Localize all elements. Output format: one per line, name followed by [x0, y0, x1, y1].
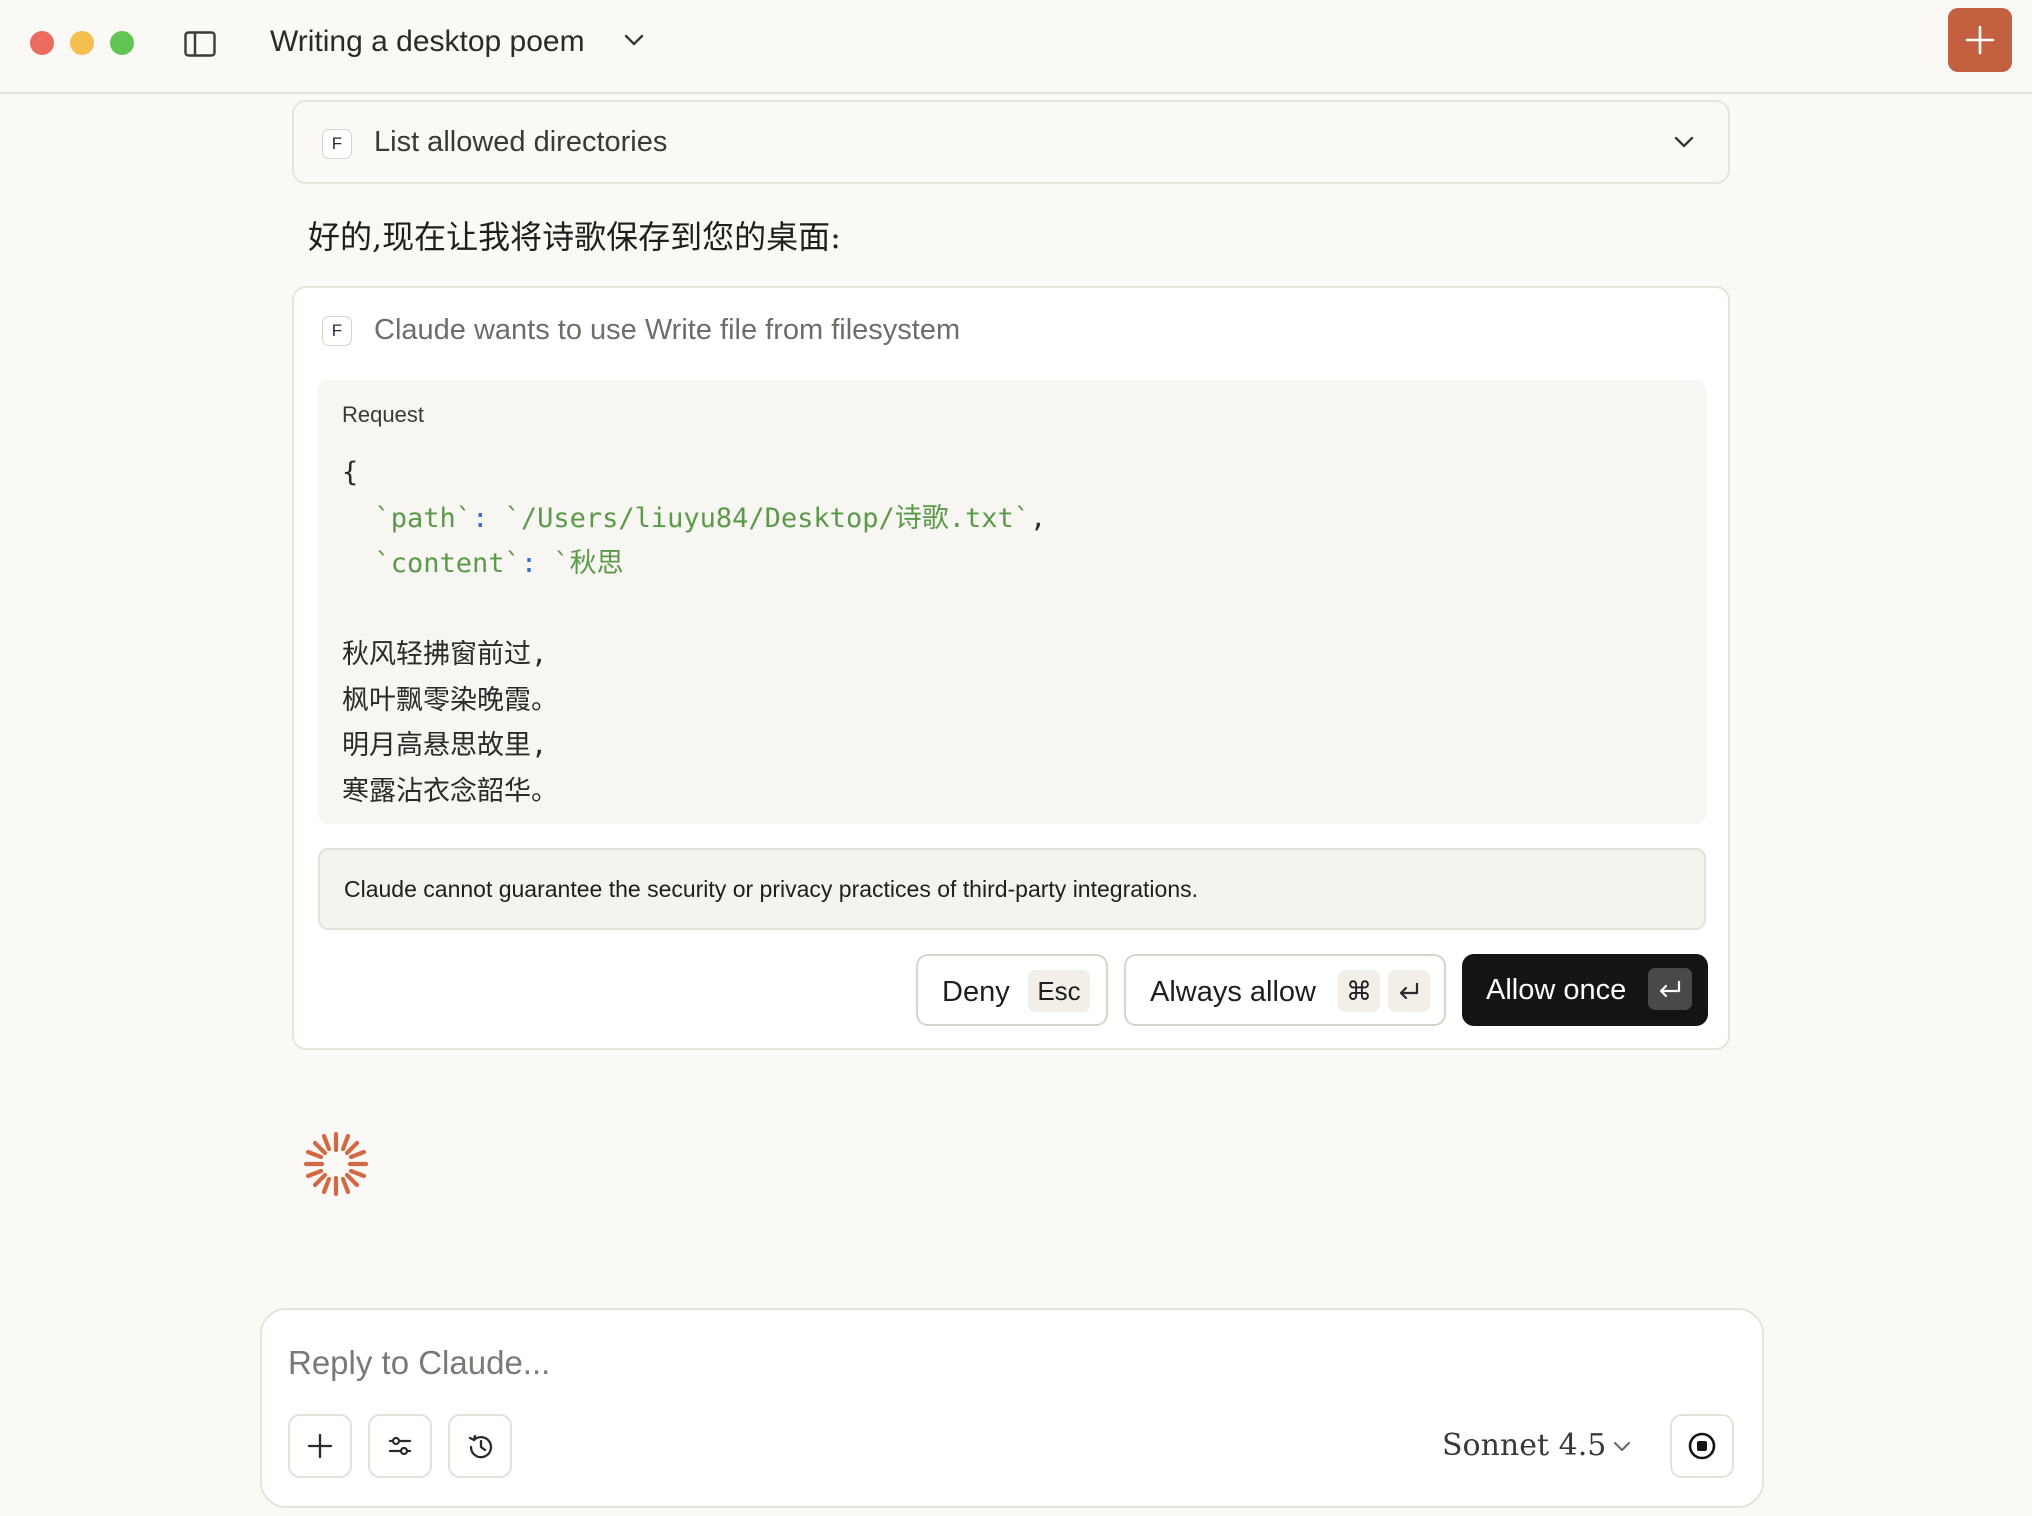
tools-settings-button[interactable] [368, 1414, 432, 1478]
chat-title[interactable]: Writing a desktop poem [270, 20, 585, 64]
security-warning: Claude cannot guarantee the security or … [318, 848, 1706, 930]
security-warning-text: Claude cannot guarantee the security or … [344, 876, 1198, 902]
tool-use-list-directories[interactable]: F List allowed directories [292, 100, 1730, 184]
stop-icon [1688, 1432, 1716, 1460]
deny-label: Deny [942, 976, 1010, 1008]
permission-title: Claude wants to use Write file from file… [374, 314, 961, 346]
plus-icon [307, 1433, 333, 1459]
clock-history-icon [468, 1434, 493, 1459]
filesystem-badge-icon: F [322, 316, 352, 346]
request-panel: Request { `path`: `/Users/liuyu84/Deskto… [318, 380, 1706, 824]
code-open-brace: { [342, 457, 359, 488]
message-composer: Sonnet 4.5 [260, 1308, 1764, 1508]
stop-generation-button[interactable] [1670, 1414, 1734, 1478]
code-content-key: `content` [374, 548, 521, 579]
model-name: Sonnet 4.5 [1442, 1428, 1607, 1463]
poem-line: 寒露沾衣念韶华。 [342, 775, 558, 807]
chevron-down-icon[interactable] [620, 26, 648, 54]
sliders-icon [388, 1436, 412, 1456]
maximize-window-button[interactable] [110, 31, 134, 55]
request-label: Request [342, 402, 424, 427]
return-key-icon [1388, 970, 1430, 1012]
model-selector[interactable]: Sonnet 4.5 [1442, 1422, 1631, 1470]
reply-input[interactable] [288, 1338, 1488, 1388]
code-path-value: `/Users/liuyu84/Desktop/诗歌.txt` [504, 502, 1030, 534]
poem-line: 明月高悬思故里, [342, 730, 548, 761]
filesystem-badge-icon: F [322, 129, 352, 159]
tool-use-label: List allowed directories [374, 126, 668, 158]
sidebar-toggle-icon[interactable] [184, 31, 216, 57]
allow-once-button[interactable]: Allow once [1462, 954, 1708, 1026]
code-content-value: `秋思 [553, 548, 624, 579]
esc-shortcut-key: Esc [1028, 970, 1090, 1012]
new-chat-button[interactable] [1948, 8, 2012, 72]
chevron-down-icon[interactable] [1670, 128, 1698, 156]
poem-line: 枫叶飘零染晚霞。 [342, 684, 558, 716]
minimize-window-button[interactable] [70, 31, 94, 55]
loading-spinner-icon [302, 1130, 370, 1198]
assistant-message: 好的,现在让我将诗歌保存到您的桌面: [308, 218, 841, 256]
chevron-down-icon [1610, 1434, 1634, 1458]
add-attachment-button[interactable] [288, 1414, 352, 1478]
plus-icon [1965, 25, 1995, 55]
deny-button[interactable]: Deny Esc [916, 954, 1108, 1026]
request-code: { `path`: `/Users/liuyu84/Desktop/诗歌.txt… [342, 457, 1047, 807]
always-allow-label: Always allow [1150, 976, 1316, 1008]
code-path-key: `path` [374, 502, 473, 534]
command-key-icon: ⌘ [1338, 970, 1380, 1012]
always-allow-button[interactable]: Always allow ⌘ [1124, 954, 1446, 1026]
return-key-icon [1648, 968, 1692, 1010]
permission-request-card: F Claude wants to use Write file from fi… [292, 286, 1730, 1050]
close-window-button[interactable] [30, 31, 54, 55]
poem-line: 秋风轻拂窗前过, [342, 639, 548, 670]
title-bar: Writing a desktop poem [0, 0, 2032, 94]
history-button[interactable] [448, 1414, 512, 1478]
allow-once-label: Allow once [1486, 974, 1627, 1006]
